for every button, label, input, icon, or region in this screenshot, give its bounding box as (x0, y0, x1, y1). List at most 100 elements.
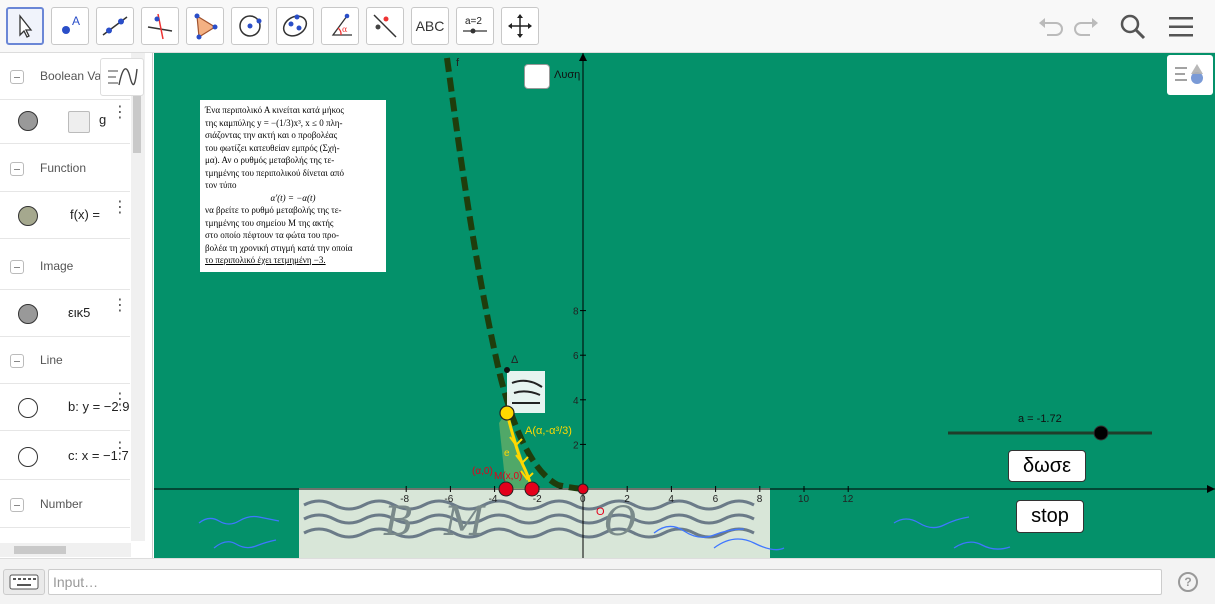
more-options-icon[interactable]: ⋮ (112, 105, 128, 121)
slider-handle[interactable] (1093, 425, 1109, 441)
problem-text-image: Ένα περιπολικό Α κινείται κατά μήκος της… (200, 100, 386, 272)
point-a-projection[interactable] (498, 481, 514, 497)
algebra-row-b[interactable]: b: y = −2.9 ⋮ (0, 384, 130, 431)
horizontal-scrollbar[interactable] (0, 543, 131, 557)
category-line[interactable]: Line (0, 337, 130, 384)
visibility-toggle[interactable] (18, 447, 38, 467)
svg-text:A: A (72, 14, 80, 28)
collapse-icon[interactable] (10, 354, 24, 368)
more-options-icon[interactable]: ⋮ (112, 441, 128, 457)
move-graphics-tool[interactable] (501, 7, 539, 45)
move-tool[interactable] (6, 7, 44, 45)
search-button[interactable] (1116, 10, 1150, 44)
svg-text:a=2: a=2 (465, 16, 482, 27)
svg-text:Β: Β (383, 499, 413, 545)
curve-f-label: f (456, 57, 460, 69)
problem-line: βολέα τη χρονική στιγμή κατά την οποία (205, 242, 353, 253)
keyboard-button[interactable] (3, 569, 45, 595)
move-arrows-icon (508, 14, 532, 38)
point-m[interactable] (524, 481, 540, 497)
angle-tool[interactable]: α (321, 7, 359, 45)
ellipse-tool[interactable] (276, 7, 314, 45)
line-icon (102, 16, 128, 36)
collapse-icon[interactable] (10, 260, 24, 274)
polygon-icon (194, 13, 218, 40)
collapse-icon[interactable] (10, 70, 24, 84)
reflect-tool[interactable] (366, 7, 404, 45)
graphics-style-toggle[interactable] (1167, 55, 1213, 95)
category-number[interactable]: Number (0, 481, 130, 528)
help-button[interactable]: ? (1178, 572, 1198, 592)
svg-text:Μ: Μ (443, 499, 486, 545)
text-tool-label: ABC (415, 18, 445, 34)
collapse-icon[interactable] (10, 498, 24, 512)
menu-button[interactable] (1164, 10, 1198, 44)
algebra-view: Boolean Va g ⋮ Function f(x) = ⋮ Image ε… (0, 53, 153, 558)
dose-button[interactable]: δωσε (1008, 450, 1086, 482)
lysi-label: Λυση (554, 69, 581, 81)
slider-icon: a=2 (463, 16, 487, 34)
vertical-scrollbar[interactable] (131, 53, 145, 541)
algebra-row-c[interactable]: c: x = −1.7 ⋮ (0, 433, 130, 480)
category-label: Number (40, 497, 83, 511)
origin-label: O (596, 506, 605, 518)
slider-tool[interactable]: a=2 (456, 7, 494, 45)
ellipse-icon (282, 14, 308, 37)
scroll-thumb[interactable] (14, 546, 66, 554)
problem-line: τμημένης του περιπολικού δίνεται από (205, 167, 344, 178)
algebra-row-g[interactable]: g ⋮ (0, 97, 130, 144)
undo-icon (1039, 18, 1063, 36)
category-image[interactable]: Image (0, 243, 130, 290)
scroll-thumb[interactable] (133, 93, 141, 153)
angle-icon: α (331, 13, 352, 36)
x-tick-label: 12 (842, 494, 854, 505)
origin-point[interactable] (577, 483, 589, 495)
undo-button[interactable] (1033, 10, 1067, 44)
point-tool[interactable]: A (51, 7, 89, 45)
collapse-icon[interactable] (10, 162, 24, 176)
text-tool[interactable]: ABC (411, 7, 449, 45)
checkbox-g[interactable] (68, 111, 90, 133)
problem-line: τμημένης του σημείου Μ της ακτής (205, 217, 334, 228)
category-function[interactable]: Function (0, 145, 130, 192)
x-tick-label: -8 (400, 494, 409, 505)
visibility-toggle[interactable] (18, 111, 38, 131)
line-tool[interactable] (96, 7, 134, 45)
reflect-line-icon (373, 14, 397, 38)
perpendicular-icon (147, 13, 173, 40)
algebra-row-f[interactable]: f(x) = ⋮ (0, 192, 130, 239)
y-tick-label: 6 (573, 351, 579, 362)
cursor-arrow-icon (19, 14, 33, 38)
visibility-toggle[interactable] (18, 304, 38, 324)
perpendicular-line-tool[interactable] (141, 7, 179, 45)
stop-button[interactable]: stop (1016, 500, 1084, 533)
circle-tool[interactable] (231, 7, 269, 45)
style-bar-icon (108, 68, 138, 86)
more-options-icon[interactable]: ⋮ (112, 298, 128, 314)
redo-icon (1074, 18, 1098, 36)
algebra-row-eik5[interactable]: εικ5 ⋮ (0, 290, 130, 337)
algebra-input-field[interactable] (48, 569, 1162, 595)
problem-line: τον τύπο (205, 180, 237, 190)
point-delta[interactable] (504, 367, 510, 373)
lysi-checkbox[interactable] (524, 64, 550, 89)
visibility-toggle[interactable] (18, 398, 38, 418)
algebra-style-toggle[interactable] (100, 58, 144, 96)
redo-button[interactable] (1070, 10, 1104, 44)
polygon-tool[interactable] (186, 7, 224, 45)
visibility-toggle[interactable] (18, 206, 38, 226)
x-axis-arrow (1207, 485, 1215, 493)
point-a[interactable] (499, 405, 515, 421)
x-tick-label: -4 (489, 494, 498, 505)
more-options-icon[interactable]: ⋮ (112, 392, 128, 408)
point-a2-label: (α,0) (472, 466, 493, 477)
svg-text:α: α (342, 25, 348, 34)
more-options-icon[interactable]: ⋮ (112, 200, 128, 216)
e-label: e (504, 448, 510, 459)
y-axis-arrow (579, 53, 587, 61)
point-icon: A (62, 14, 80, 34)
problem-line: το περιπολικό έχει τετμημένη −3. (205, 255, 326, 265)
x-tick-label: 2 (624, 494, 630, 505)
input-bar: ? (0, 558, 1215, 604)
graphics-view[interactable]: ΒΜΟ -8-6-4-2024681012 2468 f Δ (154, 53, 1215, 558)
